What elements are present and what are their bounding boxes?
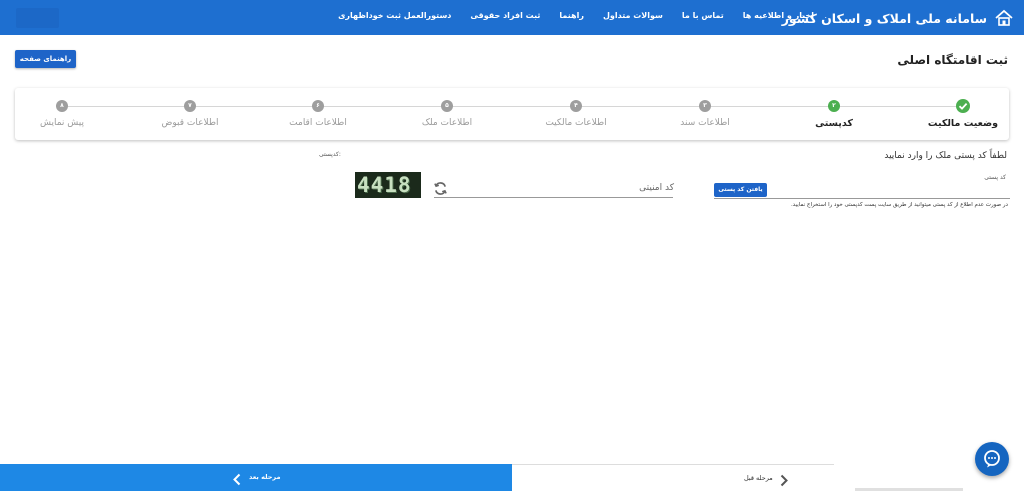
step-number: ۲ [828,100,840,112]
next-step-button[interactable]: مرحله بعد [0,464,512,491]
chat-bubble-icon [984,450,1000,468]
page-help-button[interactable]: راهنمای صفحه [15,50,76,68]
captcha-input-placeholder: کد امنیتی [639,183,674,193]
find-postal-code-button[interactable]: یافتن کد پستی [714,183,767,197]
previous-step-button[interactable]: مرحله قبل [512,464,834,491]
captcha-image: 4418 [355,172,421,198]
nav-news[interactable]: اخبار و اطلاعیه ها [743,11,814,20]
previous-step-label: مرحله قبل [744,474,773,482]
next-step-label: مرحله بعد [249,473,281,481]
check-icon [956,99,970,113]
postal-code-label: کد پستی [984,174,1006,181]
nav-contact[interactable]: تماس با ما [682,11,724,20]
step-label: اطلاعات اقامت [289,118,347,128]
step-navigation-bar: مرحله بعد مرحله قبل [0,464,1024,491]
step-label: اطلاعات مالکیت [545,118,607,128]
step-number: ۳ [699,100,711,112]
house-icon [994,8,1014,28]
captcha-input[interactable] [434,197,673,198]
page-title: ثبت اقامتگاه اصلی [897,53,1008,67]
step-number: ۴ [570,100,582,112]
refresh-icon[interactable] [433,181,448,196]
nav-legal-entities[interactable]: ثبت افراد حقوقی [470,11,540,20]
step-number: ۷ [184,100,196,112]
progress-stepper: وضعیت مالکیت ۲ کدپستی ۳ اطلاعات سند ۴ اط… [15,88,1009,140]
step-number: ۶ [312,100,324,112]
user-menu-button[interactable] [16,8,59,28]
step-label: اطلاعات سند [680,118,730,128]
postal-code-note: در صورت عدم اطلاع از کد پستی میتوانید از… [790,202,1008,208]
step-label: کدپستی [815,118,853,129]
top-navbar: سامانه ملی املاک و اسکان کشور اخبار و اط… [0,0,1024,35]
step-label: پیش نمایش [40,118,84,128]
nav-instructions[interactable]: دستورالعمل ثبت خوداظهاری [338,11,451,20]
step-label: اطلاعات ملک [421,118,473,128]
site-brand[interactable]: سامانه ملی املاک و اسکان کشور [782,8,1014,28]
step-label: اطلاعات قبوض [161,118,219,128]
stepper-track [63,106,961,107]
step-label: وضعیت مالکیت [927,118,999,129]
nav-guide[interactable]: راهنما [559,11,584,20]
postal-code-input[interactable] [714,198,1010,199]
step-number: ۸ [56,100,68,112]
chevron-left-icon [232,471,242,486]
step-number: ۵ [441,100,453,112]
chevron-right-icon [779,472,789,487]
chat-support-button[interactable] [975,442,1009,476]
postal-code-display-label: کدپستی: [319,151,341,158]
nav-menu: اخبار و اطلاعیه ها تماس با ما سوالات متد… [338,11,814,20]
postal-code-instruction: لطفاً کد پستی ملک را وارد نمایید [884,151,1007,161]
captcha-text: 4418 [357,173,412,197]
nav-faq[interactable]: سوالات متداول [603,11,663,20]
